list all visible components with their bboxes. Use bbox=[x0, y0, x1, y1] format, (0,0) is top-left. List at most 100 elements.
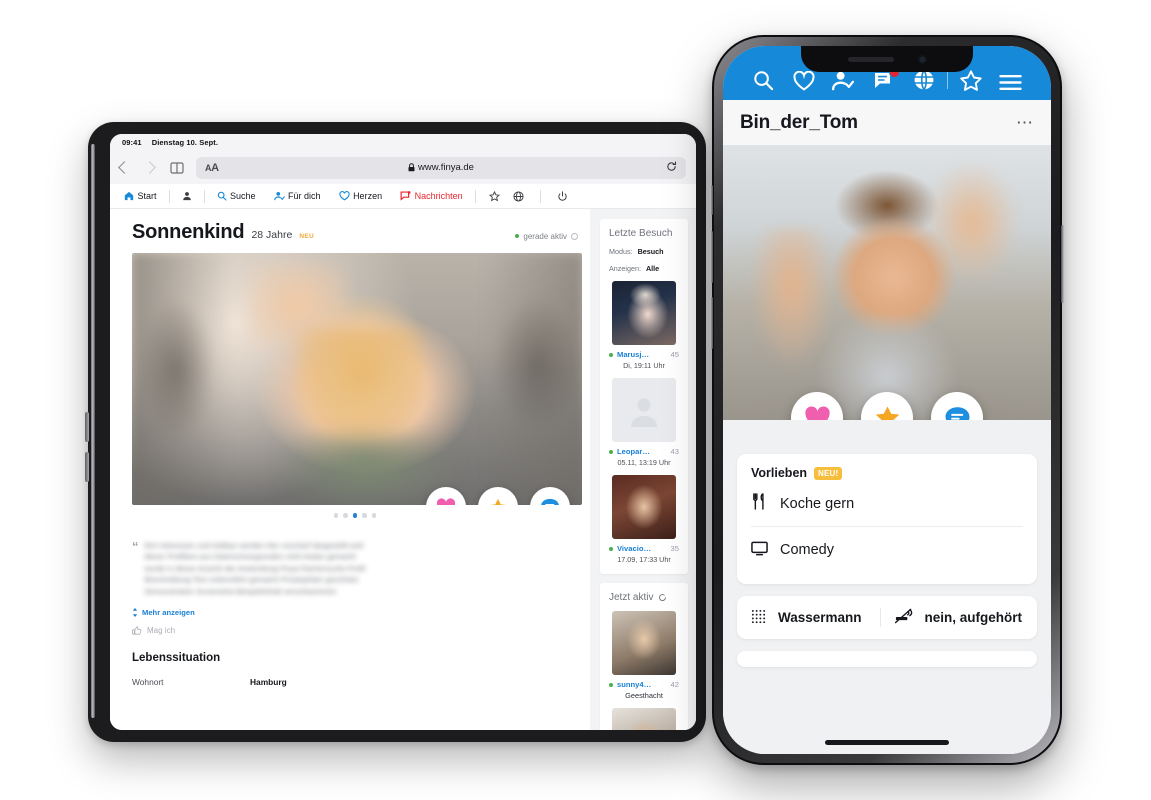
search-icon bbox=[217, 191, 227, 201]
profile-bio: “ ihre Interessen und Hobbys werden hier… bbox=[132, 540, 578, 598]
photo-arm-left bbox=[749, 227, 835, 371]
profile-detail-row: Wohnort Hamburg bbox=[132, 677, 578, 687]
list-item[interactable]: Leopar… 43 05.11, 13:19 Uhr bbox=[609, 378, 679, 467]
nav-item-start[interactable]: Start bbox=[124, 191, 166, 201]
show-more-link[interactable]: Mehr anzeigen bbox=[132, 608, 578, 617]
status-time: 09:41 bbox=[122, 138, 142, 147]
avatar[interactable] bbox=[612, 475, 676, 539]
url-bar[interactable]: AA www.finya.de bbox=[196, 156, 686, 179]
detail-key: Wohnort bbox=[132, 677, 164, 687]
list-item[interactable]: Vivacio… 35 17.09, 17:33 Uhr bbox=[609, 475, 679, 564]
carousel-dot[interactable] bbox=[371, 513, 377, 518]
person-silhouette-icon bbox=[631, 398, 657, 427]
status-text: gerade aktiv bbox=[523, 231, 567, 241]
home-indicator[interactable] bbox=[825, 740, 949, 745]
home-icon bbox=[124, 191, 134, 201]
earpiece-speaker bbox=[847, 56, 894, 62]
phone-volume-up-button[interactable] bbox=[710, 231, 713, 283]
globe-icon[interactable] bbox=[904, 69, 944, 91]
heart-outline-icon[interactable] bbox=[784, 71, 824, 91]
url-text-group: www.finya.de bbox=[196, 162, 686, 173]
search-icon[interactable] bbox=[744, 70, 784, 91]
avatar[interactable] bbox=[612, 281, 676, 345]
globe-icon[interactable] bbox=[513, 190, 524, 202]
preference-row-koche-gern[interactable]: Koche gern bbox=[751, 480, 1023, 526]
like-link[interactable]: Mag ich bbox=[132, 626, 578, 635]
list-item[interactable]: Marusj… 45 Di, 19:11 Uhr bbox=[609, 281, 679, 370]
message-button[interactable] bbox=[931, 392, 983, 420]
page-title: Sonnenkind bbox=[132, 221, 245, 243]
tablet-volume-down-button[interactable] bbox=[85, 452, 89, 482]
phone-device: Bin_der_Tom ⋯ Vorlieben NEU! Koche gern … bbox=[710, 35, 1064, 765]
tablet-volume-up-button[interactable] bbox=[85, 412, 89, 442]
nav-item-herzen[interactable]: Herzen bbox=[330, 191, 392, 201]
active-now-card: Jetzt aktiv sunny4… 42 Geesthacht bbox=[600, 583, 688, 730]
phone-nav-divider bbox=[946, 69, 948, 89]
person-check-icon[interactable] bbox=[824, 70, 864, 91]
nav-divider-1 bbox=[168, 189, 170, 203]
preferences-header: Vorlieben NEU! bbox=[751, 466, 1023, 480]
nav-item-suche[interactable]: Suche bbox=[208, 191, 265, 201]
phone-mute-switch[interactable] bbox=[710, 185, 713, 215]
active-user-name[interactable]: sunny4… bbox=[617, 680, 651, 689]
visitor-name[interactable]: Vivacio… bbox=[617, 544, 651, 553]
back-arrow-icon[interactable] bbox=[118, 161, 131, 174]
visitor-name-row: Vivacio… 35 bbox=[609, 544, 679, 553]
power-icon[interactable] bbox=[557, 190, 568, 202]
nav-item-fuer-dich[interactable]: Für dich bbox=[265, 191, 330, 201]
star-outline-icon[interactable] bbox=[951, 70, 991, 91]
visitor-name[interactable]: Marusj… bbox=[617, 350, 649, 359]
nav-label-fuer-dich: Für dich bbox=[288, 191, 321, 201]
visitors-mode-value[interactable]: Besuch bbox=[638, 247, 664, 256]
message-button[interactable] bbox=[530, 487, 570, 505]
book-icon[interactable] bbox=[170, 161, 184, 174]
nav-label-start: Start bbox=[137, 191, 157, 201]
nav-item-nachrichten[interactable]: Nachrichten bbox=[391, 191, 472, 201]
refresh-icon[interactable] bbox=[658, 593, 667, 602]
phone-power-button[interactable] bbox=[1061, 225, 1064, 303]
like-heart-button[interactable] bbox=[791, 392, 843, 420]
info-icon[interactable] bbox=[571, 232, 578, 240]
online-dot-icon bbox=[609, 352, 613, 357]
profile-action-buttons bbox=[426, 487, 570, 505]
phone-action-buttons bbox=[723, 392, 1051, 420]
avatar[interactable] bbox=[612, 708, 676, 730]
favorite-star-button[interactable] bbox=[478, 487, 518, 505]
phone-profile-header: Bin_der_Tom ⋯ bbox=[723, 100, 1051, 145]
list-item[interactable]: sunny4… 42 Geesthacht bbox=[609, 611, 679, 700]
favorite-star-button[interactable] bbox=[861, 392, 913, 420]
list-item[interactable] bbox=[609, 708, 679, 730]
online-dot-icon bbox=[609, 682, 613, 687]
profile-photo[interactable] bbox=[132, 253, 582, 505]
carousel-dot-active[interactable] bbox=[352, 513, 358, 518]
avatar[interactable] bbox=[612, 611, 676, 675]
zodiac-aquarius-icon bbox=[751, 609, 766, 627]
online-dot-icon bbox=[609, 546, 613, 551]
carousel-dot[interactable] bbox=[343, 513, 348, 518]
carousel-dot[interactable] bbox=[333, 513, 339, 518]
online-dot-icon bbox=[609, 449, 613, 454]
preference-row-comedy[interactable]: Comedy bbox=[751, 526, 1023, 572]
person-add-icon bbox=[273, 191, 285, 201]
no-smoking-icon bbox=[894, 608, 913, 627]
more-options-icon[interactable]: ⋯ bbox=[1016, 114, 1034, 131]
messages-icon[interactable] bbox=[864, 67, 904, 91]
status-date: Dienstag 10. Sept. bbox=[151, 138, 219, 147]
phone-profile-photo[interactable] bbox=[723, 145, 1051, 420]
visitors-show-value[interactable]: Alle bbox=[646, 264, 659, 273]
carousel-dot[interactable] bbox=[362, 513, 367, 518]
star-outline-icon[interactable] bbox=[488, 190, 500, 202]
nav-item-profile[interactable] bbox=[173, 191, 201, 201]
hamburger-menu-icon[interactable] bbox=[991, 74, 1031, 91]
detail-value: Hamburg bbox=[250, 677, 287, 687]
preference-label: Koche gern bbox=[780, 495, 855, 512]
phone-volume-down-button[interactable] bbox=[710, 297, 713, 349]
visitor-name[interactable]: Leopar… bbox=[617, 447, 650, 456]
avatar-placeholder[interactable] bbox=[612, 378, 676, 442]
phone-notch bbox=[801, 46, 973, 72]
active-name-row: sunny4… 42 bbox=[609, 680, 679, 689]
visitors-mode-label: Modus: bbox=[609, 247, 633, 256]
carousel-dots[interactable] bbox=[132, 513, 578, 518]
photo-arm-right bbox=[926, 161, 1019, 283]
like-heart-button[interactable] bbox=[426, 487, 466, 505]
